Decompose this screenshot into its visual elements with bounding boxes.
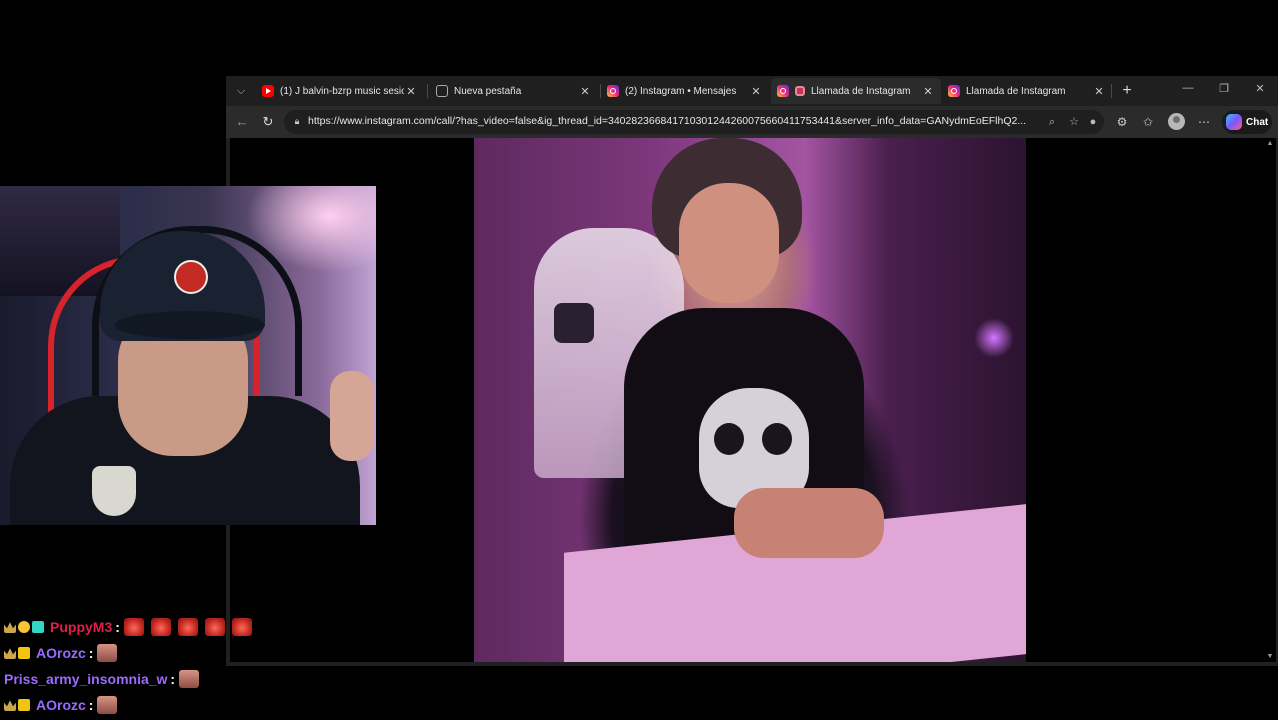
cap-brim: [115, 311, 265, 339]
close-icon[interactable]: ✕: [749, 85, 763, 98]
tab-title: (2) Instagram • Mensajes: [625, 85, 737, 97]
tab-divider: [1111, 84, 1112, 98]
caller-face: [679, 183, 779, 303]
gift-badge-icon: [18, 699, 30, 711]
coin-badge-icon: [18, 621, 30, 633]
minimize-icon[interactable]: —: [1180, 82, 1196, 94]
chat-separator: :: [170, 671, 176, 687]
caller-hand: [734, 488, 884, 558]
toolbar: ← ↻ 🔒︎ https://www.instagram.com/call/?h…: [226, 106, 1278, 138]
skull-eye: [762, 423, 792, 455]
chat-separator: :: [88, 645, 94, 661]
instagram-call-video: [474, 138, 1026, 662]
scroll-up-icon[interactable]: ▲: [1266, 140, 1274, 147]
red-devil-emote-icon: [150, 618, 171, 636]
more-options-icon[interactable]: ⋯: [1196, 114, 1212, 130]
profile-avatar[interactable]: [1168, 113, 1185, 130]
browser-window: ⌵ (1) J balvin-bzrp music sesions ✕ Nuev…: [226, 76, 1278, 666]
scrollbar[interactable]: ▲ ▼: [1264, 138, 1276, 662]
instagram-icon: [948, 85, 960, 97]
red-devil-emote-icon: [231, 618, 252, 636]
favorites-icon[interactable]: ✩: [1140, 114, 1156, 130]
tab-instagram-mensajes[interactable]: (2) Instagram • Mensajes ✕: [601, 78, 769, 104]
tab-jbalvin[interactable]: (1) J balvin-bzrp music sesions ✕: [256, 78, 424, 104]
chat-message: AOrozc :: [4, 642, 124, 664]
site-info-icon[interactable]: 🔒︎: [292, 116, 302, 127]
face-emote-icon: [97, 644, 118, 662]
chair-logo: [554, 303, 594, 343]
crown-badge-icon: [4, 700, 16, 711]
close-icon[interactable]: ✕: [578, 85, 592, 98]
chat-message: AOrozc :: [4, 694, 124, 716]
streamer-hand: [330, 371, 374, 461]
back-icon[interactable]: ←: [234, 114, 250, 130]
streamer-webcam: [0, 186, 376, 525]
close-icon[interactable]: ✕: [1092, 85, 1106, 98]
address-bar[interactable]: 🔒︎ https://www.instagram.com/call/?has_v…: [284, 110, 1104, 134]
crown-badge-icon: [4, 622, 16, 633]
microphone-icon[interactable]: ●: [1086, 115, 1100, 129]
copilot-icon: [1226, 114, 1242, 130]
crown-badge-icon: [4, 648, 16, 659]
chat-username[interactable]: PuppyM3: [50, 619, 112, 635]
zoom-icon[interactable]: ⌕: [1045, 115, 1059, 129]
skull-eye: [714, 423, 744, 455]
purple-light: [974, 318, 1014, 358]
favorite-star-icon[interactable]: ☆: [1067, 115, 1081, 129]
page-icon: [436, 85, 448, 97]
page-viewport: [230, 138, 1264, 662]
recording-icon: [795, 86, 805, 96]
face-emote-icon: [179, 670, 200, 688]
close-icon[interactable]: ✕: [921, 85, 935, 98]
red-devil-emote-icon: [177, 618, 198, 636]
chat-message: Priss_army_insomnia_w :: [4, 668, 206, 690]
close-icon[interactable]: ✕: [404, 85, 418, 98]
tab-nueva-pestana[interactable]: Nueva pestaña ✕: [430, 78, 598, 104]
tab-title: Llamada de Instagram: [966, 85, 1066, 97]
chat-separator: :: [88, 697, 94, 713]
copilot-chat-button[interactable]: Chat: [1222, 110, 1272, 134]
chat-message: PuppyM3 :: [4, 616, 259, 638]
chat-button-label: Chat: [1246, 116, 1269, 128]
gift-badge-icon: [18, 647, 30, 659]
scroll-down-icon[interactable]: ▼: [1266, 653, 1274, 660]
tab-divider: [427, 84, 428, 98]
tab-llamada-active[interactable]: Llamada de Instagram ✕: [771, 78, 941, 104]
refresh-icon[interactable]: ↻: [260, 114, 276, 130]
instagram-icon: [777, 85, 789, 97]
new-tab-icon[interactable]: +: [1118, 82, 1136, 100]
url-text[interactable]: https://www.instagram.com/call/?has_vide…: [308, 115, 1033, 127]
face-emote-icon: [97, 696, 118, 714]
tab-title: Llamada de Instagram: [811, 85, 911, 97]
red-devil-emote-icon: [123, 618, 144, 636]
close-window-icon[interactable]: ✕: [1252, 82, 1268, 95]
chat-username[interactable]: AOrozc: [36, 645, 86, 661]
tab-strip: ⌵ (1) J balvin-bzrp music sesions ✕ Nuev…: [226, 76, 1278, 106]
restore-icon[interactable]: ❐: [1216, 82, 1232, 95]
tab-search-icon[interactable]: ⌵: [232, 82, 250, 100]
youtube-icon: [262, 85, 274, 97]
red-devil-emote-icon: [204, 618, 225, 636]
chat-separator: :: [115, 619, 120, 635]
tab-title: Nueva pestaña: [454, 85, 522, 97]
chat-username[interactable]: Priss_army_insomnia_w: [4, 671, 167, 687]
cap-logo: [174, 260, 208, 294]
jacket-badge: [92, 466, 136, 516]
chat-username[interactable]: AOrozc: [36, 697, 86, 713]
sub-badge-icon: [32, 621, 44, 633]
extensions-icon[interactable]: ⚙: [1114, 114, 1130, 130]
tab-llamada[interactable]: Llamada de Instagram ✕: [942, 78, 1112, 104]
instagram-icon: [607, 85, 619, 97]
tab-title: (1) J balvin-bzrp music sesions: [280, 85, 404, 97]
